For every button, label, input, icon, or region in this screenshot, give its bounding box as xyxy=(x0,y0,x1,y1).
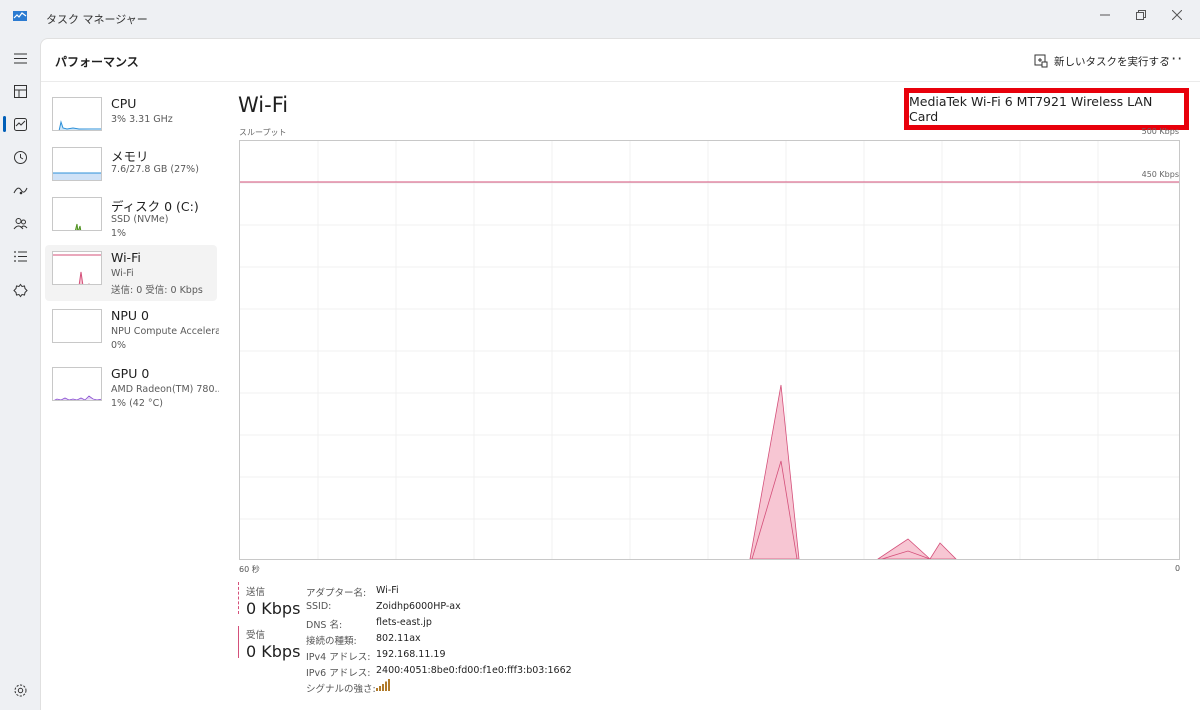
prop-key-dns: DNS 名: xyxy=(306,620,343,631)
nav-app-history[interactable] xyxy=(6,143,34,171)
receive-indicator xyxy=(238,626,239,658)
receive-label: 受信 xyxy=(246,630,266,641)
more-options-button[interactable]: ··· xyxy=(1165,49,1183,68)
sidebar-item-name: ディスク 0 (C:) xyxy=(111,199,199,214)
run-new-task-label: 新しいタスクを実行する xyxy=(1054,55,1170,68)
sidebar-item-name: GPU 0 xyxy=(111,366,150,381)
sidebar-item-detail: SSD (NVMe) xyxy=(111,214,169,225)
window-title: タスク マネージャー xyxy=(46,13,148,26)
restore-icon xyxy=(1136,10,1146,20)
prop-key-ipv4: IPv4 アドレス: xyxy=(306,652,371,663)
throughput-graph xyxy=(239,140,1180,560)
sidebar-item-detail: AMD Radeon(TM) 780... xyxy=(111,384,219,395)
sidebar-item-detail: 3% 3.31 GHz xyxy=(111,114,173,125)
disk-thumbnail xyxy=(52,197,102,231)
sidebar-item-name: NPU 0 xyxy=(111,308,149,323)
close-icon xyxy=(1172,10,1182,20)
sidebar-item-detail: 7.6/27.8 GB (27%) xyxy=(111,164,199,175)
prop-key-ipv6: IPv6 アドレス: xyxy=(306,668,371,679)
adapter-name: MediaTek Wi-Fi 6 MT7921 Wireless LAN Car… xyxy=(909,94,1153,124)
header-divider xyxy=(41,81,1200,82)
sidebar-item-wifi[interactable]: Wi-Fi Wi-Fi 送信: 0 受信: 0 Kbps xyxy=(45,245,217,301)
memory-thumbnail xyxy=(52,147,102,181)
run-task-icon xyxy=(1034,54,1048,68)
prop-key-connection-type: 接続の種類: xyxy=(306,636,357,647)
prop-value-ssid: Zoidhp6000HP-ax xyxy=(376,601,461,612)
prop-value-ipv6: 2400:4051:8be0:fd00:f1e0:fff3:b03:1662 xyxy=(376,665,572,676)
processes-icon xyxy=(13,84,27,98)
graph-max-label: 500 Kbps xyxy=(1141,127,1179,136)
sidebar-item-detail: Wi-Fi xyxy=(111,268,134,279)
startup-icon xyxy=(13,187,27,194)
nav-performance[interactable] xyxy=(6,110,34,138)
users-icon xyxy=(13,217,27,229)
detail-title: Wi-Fi xyxy=(238,93,289,117)
graph-zero-label: 0 xyxy=(1175,564,1181,573)
signal-strength-icon xyxy=(376,679,390,691)
services-icon xyxy=(12,283,28,297)
task-manager-app-icon xyxy=(13,11,27,21)
throughput-label: スループット xyxy=(239,128,287,137)
performance-icon xyxy=(13,117,27,131)
details-icon xyxy=(13,250,27,262)
run-new-task-button[interactable]: 新しいタスクを実行する xyxy=(1034,51,1170,71)
sidebar-item-name: メモリ xyxy=(111,149,149,164)
prop-value-adapter: Wi-Fi xyxy=(376,585,399,596)
cpu-thumbnail xyxy=(52,97,102,131)
title-bar: タスク マネージャー xyxy=(0,0,1200,36)
nav-services[interactable] xyxy=(6,276,34,304)
nav-processes[interactable] xyxy=(6,77,34,105)
sidebar-item-name: CPU xyxy=(111,96,137,111)
prop-value-ipv4: 192.168.11.19 xyxy=(376,649,446,660)
prop-value-connection-type: 802.11ax xyxy=(376,633,421,644)
receive-small-peaks xyxy=(876,538,957,560)
npu-thumbnail xyxy=(52,309,102,343)
prop-key-ssid: SSID: xyxy=(306,601,332,612)
send-value: 0 Kbps xyxy=(246,599,301,618)
sidebar-item-usage: 送信: 0 受信: 0 Kbps xyxy=(111,285,203,296)
graph-time-label: 60 秒 xyxy=(239,565,260,574)
prop-key-signal: シグナルの強さ: xyxy=(306,684,376,695)
nav-users[interactable] xyxy=(6,209,34,237)
receive-value: 0 Kbps xyxy=(246,642,301,661)
send-indicator xyxy=(238,582,239,614)
page-title: パフォーマンス xyxy=(55,55,139,69)
sidebar-item-memory[interactable]: メモリ 7.6/27.8 GB (27%) xyxy=(45,141,217,197)
settings-icon xyxy=(14,684,26,696)
sidebar-item-usage: 0% xyxy=(111,340,127,351)
wifi-thumbnail xyxy=(52,251,102,285)
sidebar-item-name: Wi-Fi xyxy=(111,250,141,265)
main-panel: パフォーマンス 新しいタスクを実行する ··· CPU 3% 3.31 GHz … xyxy=(40,38,1200,710)
send-label: 送信 xyxy=(246,587,266,598)
menu-icon xyxy=(13,53,27,63)
nav-details[interactable] xyxy=(6,242,34,270)
adapter-name-highlight: MediaTek Wi-Fi 6 MT7921 Wireless LAN Car… xyxy=(904,88,1189,130)
nav-menu-button[interactable] xyxy=(6,44,34,72)
sidebar-item-cpu[interactable]: CPU 3% 3.31 GHz xyxy=(45,91,217,147)
throughput-graph-canvas xyxy=(240,141,1179,560)
nav-startup-apps[interactable] xyxy=(6,176,34,204)
close-button[interactable] xyxy=(1154,0,1200,30)
prop-value-dns: flets-east.jp xyxy=(376,617,432,628)
receive-peak xyxy=(749,384,800,560)
gpu-thumbnail xyxy=(52,367,102,401)
minimize-icon xyxy=(1100,14,1110,16)
app-history-icon xyxy=(13,150,27,164)
sidebar-item-detail: NPU Compute Accelera... xyxy=(111,326,219,337)
graph-limit-label: 450 Kbps xyxy=(1141,170,1179,179)
sidebar-item-gpu[interactable]: GPU 0 AMD Radeon(TM) 780... 1% (42 °C) xyxy=(45,361,219,417)
nav-settings[interactable] xyxy=(6,676,34,704)
sidebar-item-usage: 1% xyxy=(111,228,127,239)
sidebar-item-disk[interactable]: ディスク 0 (C:) SSD (NVMe) 1% xyxy=(45,191,217,247)
prop-key-adapter: アダプター名: xyxy=(306,588,367,599)
sidebar-item-npu[interactable]: NPU 0 NPU Compute Accelera... 0% xyxy=(45,303,219,359)
sidebar-item-usage: 1% (42 °C) xyxy=(111,398,163,409)
